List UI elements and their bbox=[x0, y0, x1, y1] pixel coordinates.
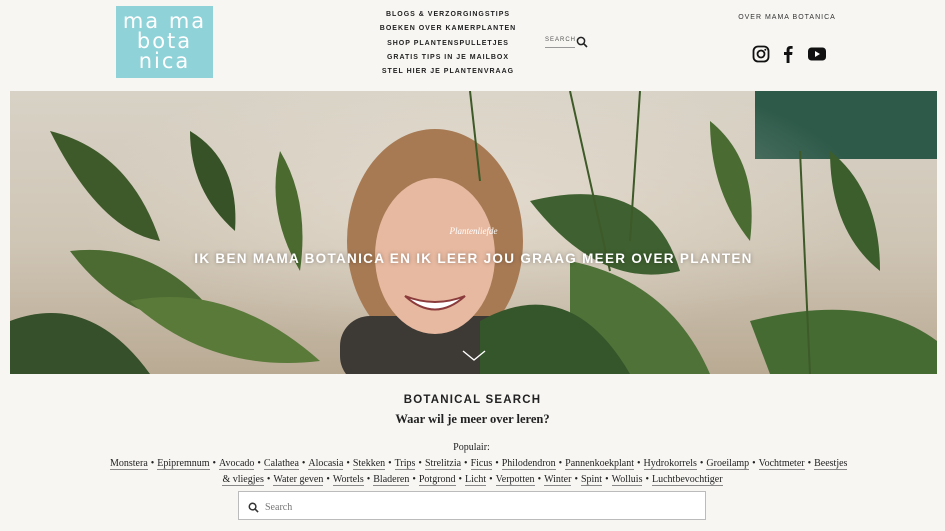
leaf-shape bbox=[190, 131, 236, 231]
header-search-underline bbox=[545, 47, 575, 48]
tag-link[interactable]: Licht bbox=[465, 474, 487, 486]
tag-link[interactable]: Trips bbox=[394, 458, 416, 470]
tag-link[interactable]: Calathea bbox=[263, 458, 299, 470]
tag-separator: • bbox=[574, 474, 578, 485]
logo[interactable]: ma ma bota nica bbox=[116, 6, 213, 78]
leaf-shape bbox=[130, 297, 320, 363]
tag-separator: • bbox=[807, 458, 812, 469]
tag-separator: • bbox=[605, 474, 609, 485]
logo-line: bota bbox=[136, 29, 193, 53]
instagram-icon[interactable] bbox=[752, 45, 770, 68]
header-search-label: SEARCH bbox=[545, 37, 577, 43]
nav-item-blogs[interactable]: BLOGS & VERZORGINGSTIPS bbox=[378, 8, 518, 22]
tag-link[interactable]: Alocasia bbox=[308, 458, 344, 470]
tag-separator: • bbox=[464, 458, 468, 469]
tag-separator: • bbox=[699, 458, 704, 469]
social-links bbox=[752, 45, 828, 63]
tag-link[interactable]: Groeilamp bbox=[706, 458, 750, 470]
tag-separator: • bbox=[388, 458, 392, 469]
tag-separator: • bbox=[301, 458, 306, 469]
nav-item-boeken[interactable]: BOEKEN OVER KAMERPLANTEN bbox=[378, 22, 518, 36]
tag-separator: • bbox=[326, 474, 330, 485]
section-subtitle: Waar wil je meer over leren? bbox=[395, 412, 550, 426]
tag-link[interactable]: Philodendron bbox=[501, 458, 556, 470]
tag-separator: • bbox=[637, 458, 641, 469]
tag-separator: • bbox=[266, 474, 271, 485]
tag-link[interactable]: Potgrond bbox=[418, 474, 456, 486]
tag-separator: • bbox=[212, 458, 217, 469]
logo-line: nica bbox=[138, 49, 191, 73]
logo-line: ma ma bbox=[122, 9, 207, 33]
tag-separator: • bbox=[346, 458, 350, 469]
hero-kicker: Plantenliefde bbox=[449, 226, 498, 236]
tag-link[interactable]: Epipremnum bbox=[157, 458, 210, 470]
leaf-shape bbox=[10, 313, 150, 374]
tag-link[interactable]: Water geven bbox=[273, 474, 324, 486]
search-icon[interactable] bbox=[576, 35, 588, 53]
leaf-shape bbox=[750, 309, 937, 374]
nav-item-plantenvraag[interactable]: STEL HIER JE PLANTENVRAAG bbox=[378, 65, 518, 79]
section-title: BOTANICAL SEARCH bbox=[403, 394, 542, 406]
tag-separator: • bbox=[537, 474, 542, 485]
popular-prefix: Populair: bbox=[453, 442, 490, 453]
tag-link[interactable]: Avocado bbox=[219, 458, 255, 470]
leaf-shape bbox=[710, 121, 752, 241]
leaf-shape bbox=[50, 131, 160, 241]
hero-banner: Plantenliefde IK BEN MAMA BOTANICA EN IK… bbox=[10, 91, 937, 374]
tag-link[interactable]: Strelitzia bbox=[424, 458, 462, 470]
tag-link[interactable]: Pannenkoekplant bbox=[565, 458, 635, 470]
popular-tags: Populair: Monstera • Epipremnum • Avocado • Ca… bbox=[110, 440, 848, 488]
botanical-search-box[interactable] bbox=[238, 491, 706, 520]
tag-separator: • bbox=[418, 458, 422, 469]
tag-link[interactable]: Spint bbox=[580, 474, 603, 486]
botanical-search-input[interactable] bbox=[263, 498, 697, 516]
tag-link[interactable]: Winter bbox=[544, 474, 572, 486]
tag-link[interactable]: Luchtbevochtiger bbox=[652, 474, 723, 486]
tag-link[interactable]: Vochtmeter bbox=[758, 458, 805, 470]
tag-link[interactable]: Wolluis bbox=[611, 474, 643, 486]
about-link[interactable]: OVER MAMA BOTANICA bbox=[735, 14, 839, 21]
tag-separator: • bbox=[558, 458, 563, 469]
search-icon bbox=[248, 500, 259, 518]
tag-separator: • bbox=[257, 458, 261, 469]
hero-headline: IK BEN MAMA BOTANICA EN IK LEER JOU GRAA… bbox=[194, 251, 753, 266]
tag-link[interactable]: Wortels bbox=[332, 474, 364, 486]
tag-link[interactable]: Stekken bbox=[352, 458, 386, 470]
tag-link[interactable]: Monstera bbox=[110, 458, 148, 470]
tag-separator: • bbox=[412, 474, 416, 485]
tag-separator: • bbox=[150, 458, 155, 469]
nav-item-gratis-tips[interactable]: GRATIS TIPS IN JE MAILBOX bbox=[378, 51, 518, 65]
site-header: ma ma bota nica BLOGS & VERZORGINGSTIPS … bbox=[0, 0, 945, 91]
tag-link[interactable]: Verpotten bbox=[495, 474, 535, 486]
tag-link[interactable]: Hydrokorrels bbox=[643, 458, 697, 470]
header-search[interactable]: SEARCH bbox=[545, 36, 589, 48]
facebook-icon[interactable] bbox=[783, 45, 793, 68]
tag-separator: • bbox=[752, 458, 756, 469]
tag-separator: • bbox=[366, 474, 371, 485]
chevron-down-icon[interactable] bbox=[462, 349, 486, 367]
tag-link[interactable]: Ficus bbox=[470, 458, 493, 470]
youtube-icon[interactable] bbox=[808, 45, 826, 66]
tag-link[interactable]: Bladeren bbox=[373, 474, 410, 486]
tag-separator: • bbox=[645, 474, 649, 485]
tag-separator: • bbox=[489, 474, 493, 485]
tag-separator: • bbox=[458, 474, 463, 485]
nav-item-shop[interactable]: SHOP PLANTENSPULLETJES bbox=[378, 37, 518, 51]
tag-separator: • bbox=[495, 458, 499, 469]
main-nav: BLOGS & VERZORGINGSTIPS BOEKEN OVER KAME… bbox=[378, 8, 518, 79]
